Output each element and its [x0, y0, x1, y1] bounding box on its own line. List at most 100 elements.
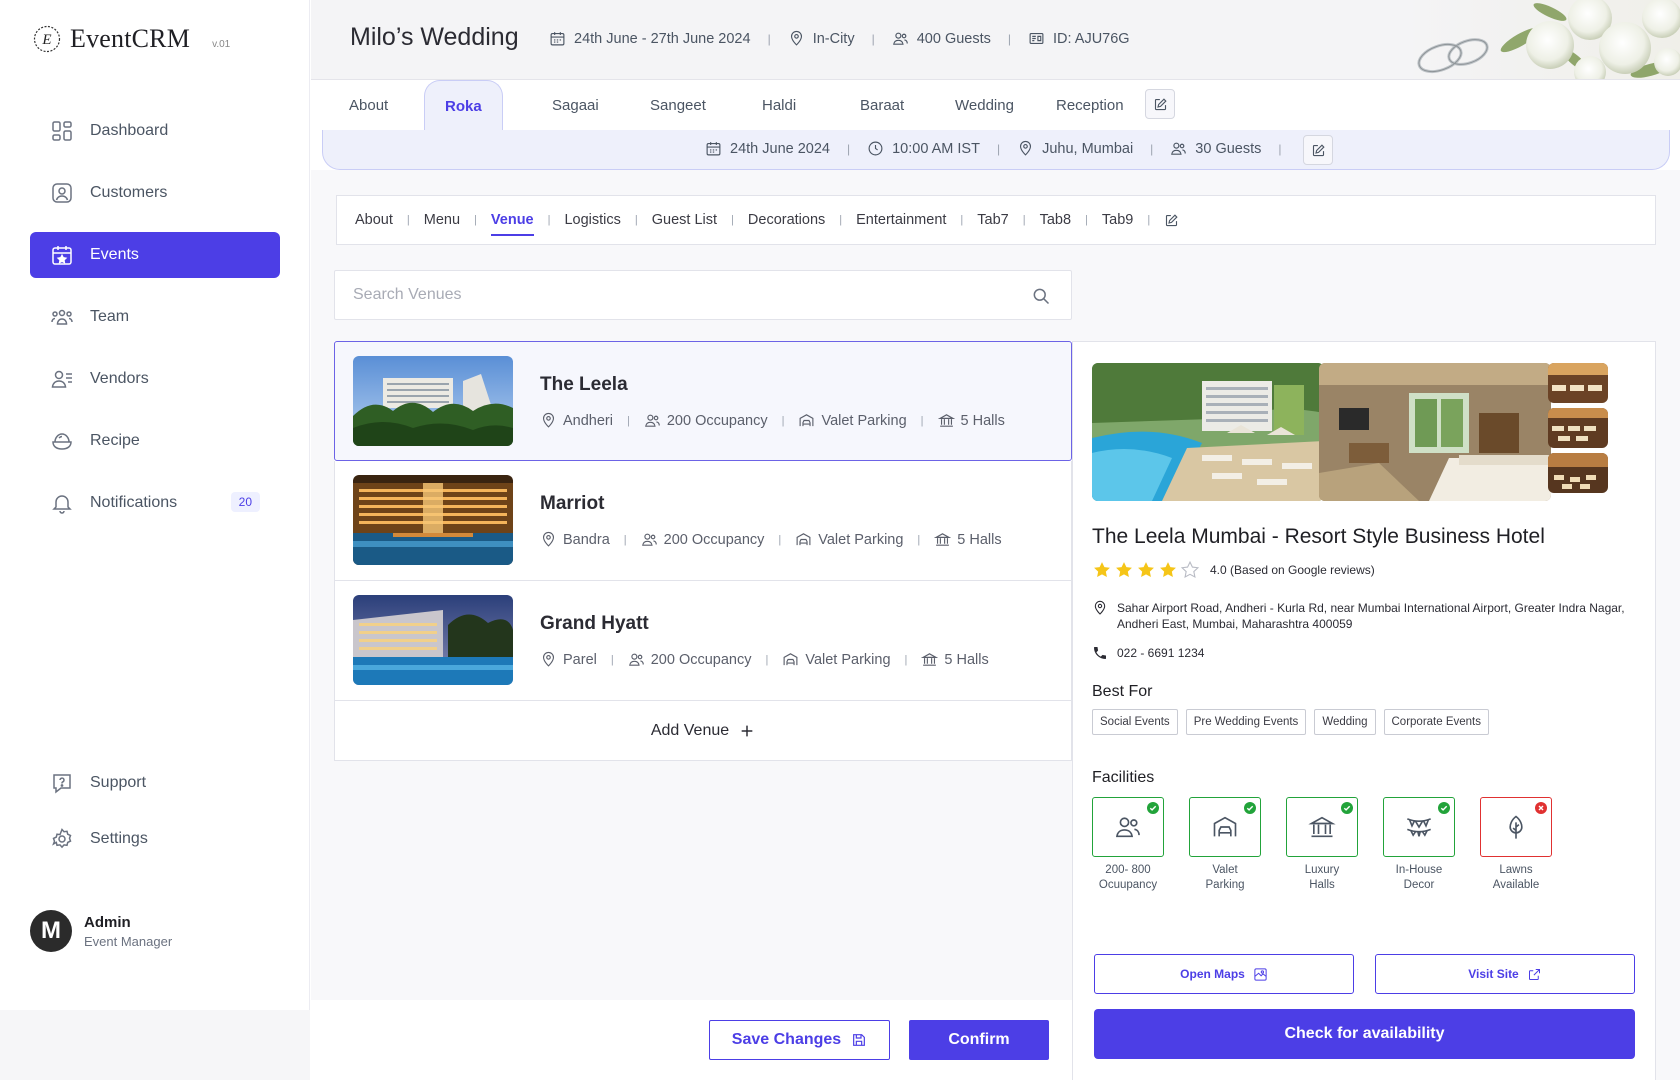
nav-item-notifications[interactable]: Notifications 20 [30, 480, 280, 526]
nav-item-events[interactable]: Events [30, 232, 280, 278]
check-availability-button[interactable]: Check for availability [1094, 1009, 1635, 1059]
best-for-heading: Best For [1092, 683, 1153, 700]
bell-icon [52, 495, 72, 514]
profile-role: Event Manager [84, 933, 173, 949]
venue-photo-pool[interactable] [1092, 363, 1324, 501]
nav-item-vendors[interactable]: Vendors [30, 356, 280, 402]
venue-photo-room[interactable] [1319, 363, 1551, 501]
tag-pre-wedding-events: Pre Wedding Events [1185, 709, 1307, 735]
profile-name: Admin [84, 913, 131, 931]
location-pin-icon [790, 30, 802, 46]
facilities-list: 200- 800 Ocuupancy Valet Parking Luxury Hal… [1092, 797, 1577, 893]
check-badge-icon [1147, 802, 1159, 814]
location-pin-icon [1020, 140, 1032, 156]
venue-phone[interactable]: 022 - 6691 1234 [1092, 645, 1204, 661]
open-maps-label: Open Maps [1180, 967, 1245, 981]
phone-text: 022 - 6691 1234 [1117, 646, 1205, 660]
facilities-heading: Facilities [1092, 769, 1155, 786]
section-tab-decorations[interactable]: Decorations [748, 212, 825, 228]
tab-wedding[interactable]: Wedding [955, 97, 1014, 114]
venue-halls: 5 Halls [944, 651, 989, 668]
tab-reception[interactable]: Reception [1056, 97, 1124, 114]
nav-item-support[interactable]: Support [30, 760, 280, 806]
user-profile[interactable]: M Admin Event Manager [30, 910, 172, 952]
tag-wedding: Wedding [1314, 709, 1376, 735]
tab-sagaai[interactable]: Sagaai [552, 97, 599, 114]
section-tab-entertainment[interactable]: Entertainment [856, 212, 946, 228]
venue-photo-hall-1[interactable] [1548, 363, 1608, 403]
venue-parking: Valet Parking [818, 531, 904, 548]
section-tab-venue[interactable]: Venue [490, 212, 534, 236]
app-logo[interactable]: E EventCRM v.01 [32, 24, 230, 54]
nav-item-dashboard[interactable]: Dashboard [30, 108, 280, 154]
venue-occupancy: 200 Occupancy [663, 531, 765, 548]
venue-photo-hall-2[interactable] [1548, 408, 1608, 448]
gear-icon [52, 828, 72, 849]
venue-card[interactable]: Marriot Bandra | 200 Occupancy | Valet P… [334, 461, 1072, 581]
nav-item-settings[interactable]: Settings [30, 816, 280, 862]
venue-parking: Valet Parking [805, 651, 891, 668]
venue-thumbnail [353, 475, 513, 565]
tree-icon [1509, 815, 1523, 839]
support-icon [53, 774, 71, 794]
save-changes-button[interactable]: Save Changes [709, 1020, 890, 1060]
facility-valet-parking: Valet Parking [1189, 797, 1261, 893]
event-header: Milo’s Wedding 24th June - 27th June 202… [311, 0, 1680, 80]
check-badge-icon [1341, 802, 1353, 814]
hall-icon [937, 414, 955, 427]
venue-card[interactable]: Grand Hyatt Parel | 200 Occupancy | Vale… [334, 581, 1072, 701]
facility-label: In-House [1395, 864, 1443, 876]
section-tab-about[interactable]: About [355, 212, 393, 228]
secondary-nav: Support Settings [30, 760, 280, 872]
sidebar-footer [0, 1010, 310, 1080]
tab-roka[interactable]: Roka [424, 80, 503, 130]
nav-item-customers[interactable]: Customers [30, 170, 280, 216]
section-tab-tab8[interactable]: Tab8 [1040, 212, 1071, 228]
tab-baraat[interactable]: Baraat [860, 97, 904, 114]
event-id: ID: AJU76G [1053, 30, 1130, 47]
edit-sections-icon[interactable] [1164, 213, 1179, 228]
edit-sub-events-button[interactable] [1145, 89, 1175, 119]
app-name: EventCRM [70, 24, 191, 53]
venue-thumbnail [353, 356, 513, 446]
section-tab-menu[interactable]: Menu [424, 212, 460, 228]
edit-sub-event-info-button[interactable] [1303, 135, 1333, 165]
venue-meta: Parel | 200 Occupancy | Valet Parking | … [540, 651, 989, 668]
tab-haldi[interactable]: Haldi [762, 97, 796, 114]
star-filled-icon [1138, 562, 1154, 577]
section-tabs: About | Menu | Venue | Logistics | Guest… [336, 195, 1656, 245]
facility-in-house-decor: In-House Decor [1383, 797, 1455, 893]
event-meta: 24th June - 27th June 2024 | In-City | 4… [549, 30, 1130, 47]
garage-icon [1213, 816, 1237, 837]
section-tab-tab7[interactable]: Tab7 [977, 212, 1008, 228]
section-tab-guest-list[interactable]: Guest List [652, 212, 717, 228]
garage-icon [796, 533, 811, 546]
divider: | [767, 31, 771, 46]
section-tab-logistics[interactable]: Logistics [564, 212, 620, 228]
nav-item-team[interactable]: Team [30, 294, 280, 340]
search-icon[interactable] [1031, 286, 1051, 306]
facility-luxury-halls: Luxury Halls [1286, 797, 1358, 893]
add-venue-button[interactable]: Add Venue [334, 701, 1072, 761]
sub-event-info-bar: 24th June 2024 | 10:00 AM IST | Juhu, Mu… [322, 130, 1670, 170]
search-input[interactable] [353, 271, 993, 319]
venue-occupancy: 200 Occupancy [666, 412, 768, 429]
venue-address: Sahar Airport Road, Andheri - Kurla Rd, … [1092, 600, 1637, 632]
tab-about[interactable]: About [349, 97, 388, 114]
confirm-button[interactable]: Confirm [909, 1020, 1049, 1060]
tag-corporate-events: Corporate Events [1383, 709, 1489, 735]
visit-site-button[interactable]: Visit Site [1375, 954, 1635, 994]
tab-sangeet[interactable]: Sangeet [650, 97, 706, 114]
section-tab-tab9[interactable]: Tab9 [1102, 212, 1133, 228]
event-title: Milo’s Wedding [350, 23, 519, 51]
venue-list: The Leela Andheri | 200 Occupancy | Vale… [334, 341, 1072, 761]
location-pin-icon [542, 651, 555, 667]
venue-photo-hall-3[interactable] [1548, 453, 1608, 493]
venue-card[interactable]: The Leela Andheri | 200 Occupancy | Vale… [334, 341, 1072, 461]
nav-item-recipe[interactable]: Recipe [30, 418, 280, 464]
garage-icon [783, 653, 798, 666]
guests-icon [1171, 142, 1187, 155]
venue-parking: Valet Parking [821, 412, 907, 429]
event-dates: 24th June - 27th June 2024 [574, 30, 751, 47]
open-maps-button[interactable]: Open Maps [1094, 954, 1354, 994]
